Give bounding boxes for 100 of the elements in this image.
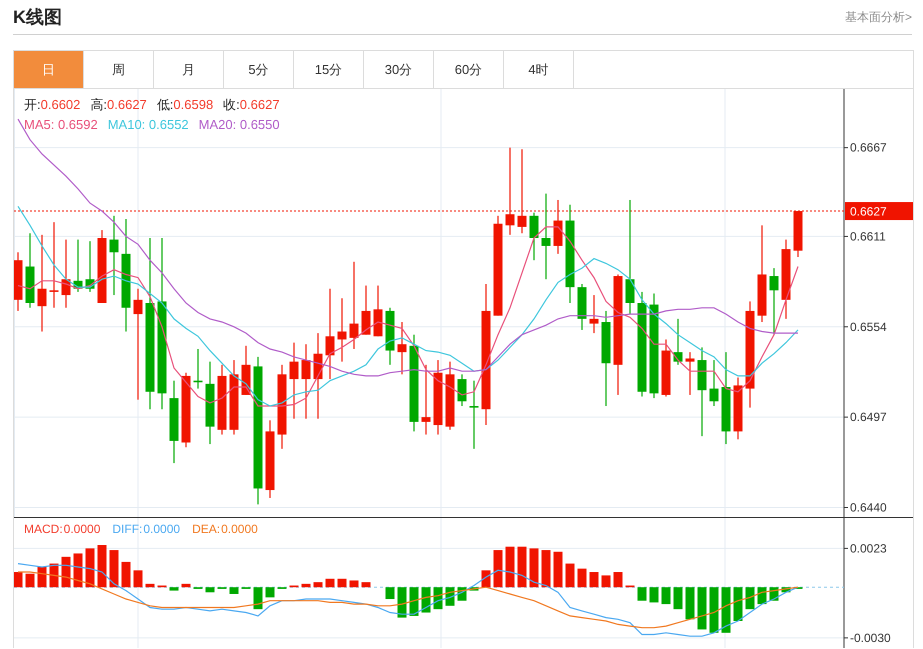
axis-label: 0.6667 <box>850 140 887 155</box>
ohlc-value: 低:0.6598 <box>156 96 214 114</box>
macd-bar <box>26 574 34 588</box>
macd-bar <box>470 587 478 591</box>
legend-value: 0.0000 <box>221 522 258 536</box>
macd-bar <box>530 548 538 588</box>
axis-label: 0.6611 <box>850 229 886 244</box>
candlestick <box>554 200 562 254</box>
ma-legend-value: MA20: 0.6550 <box>198 117 280 132</box>
macd-bar <box>254 587 262 610</box>
candlestick <box>86 241 94 292</box>
candlestick <box>674 318 682 365</box>
ohlc-value: 高:0.6627 <box>90 96 147 114</box>
axis-label: 0.6554 <box>850 320 887 334</box>
macd-bar <box>122 562 130 588</box>
macd-bar <box>494 550 502 588</box>
candlestick <box>734 378 742 440</box>
macd-bar <box>506 546 514 588</box>
macd-bar <box>110 550 118 588</box>
macd-bar <box>422 587 430 613</box>
candlestick <box>14 252 22 311</box>
macd-bar <box>590 572 598 588</box>
macd-bar <box>362 582 370 588</box>
macd-bar <box>146 584 154 588</box>
macd-bar <box>74 553 82 588</box>
macd-bar <box>602 575 610 588</box>
macd-bar <box>170 587 178 591</box>
candlestick <box>62 240 70 308</box>
macd-bar <box>86 548 94 588</box>
macd-bar <box>350 580 358 588</box>
macd-bar <box>326 578 334 588</box>
candlestick <box>398 322 406 374</box>
candlestick <box>590 295 598 334</box>
candlestick <box>422 364 430 435</box>
macd-bar <box>182 584 190 588</box>
macd-bar <box>650 587 658 602</box>
legend-label: MACD: <box>24 522 63 536</box>
ref-line-label: 0.6627 <box>850 204 888 219</box>
page-title: K线图 <box>13 6 62 29</box>
axis-label: 0.0023 <box>850 541 887 556</box>
candlestick <box>662 339 670 397</box>
candlestick <box>770 268 778 335</box>
candlestick <box>74 240 82 292</box>
macd-bar <box>554 552 562 588</box>
axis-label: 0.6440 <box>850 500 887 514</box>
fundamentals-link[interactable]: 基本面分析> <box>844 8 912 26</box>
candlestick <box>374 286 382 336</box>
candlestick <box>470 380 478 449</box>
macd-bar <box>638 587 646 601</box>
candlestick <box>458 374 466 406</box>
macd-bar <box>266 587 274 598</box>
ohlc-value: 收:0.6627 <box>223 96 280 114</box>
macd-bar <box>62 556 70 588</box>
macd-bar <box>386 587 394 600</box>
candlestick <box>218 364 226 435</box>
macd-bar <box>734 587 742 621</box>
macd-bar <box>746 587 754 610</box>
price-tag: 0.6627 <box>845 202 913 220</box>
legend-value: 0.0000 <box>143 522 180 536</box>
legend-label: DEA: <box>192 522 220 536</box>
macd-bar <box>674 587 682 610</box>
candlestick <box>794 211 802 258</box>
macd-bar <box>686 587 694 620</box>
macd-bar <box>410 587 418 616</box>
candlestick <box>362 286 370 335</box>
macd-bar <box>482 570 490 588</box>
candlestick <box>242 346 250 395</box>
ohlc-value: 开:0.6602 <box>24 96 80 114</box>
candlestick <box>530 212 538 260</box>
macd-bar <box>614 572 622 588</box>
macd-bar <box>782 587 790 592</box>
legend-value: 0.0000 <box>64 522 100 536</box>
macd-bar <box>302 584 310 588</box>
macd-bar <box>14 572 22 588</box>
macd-bar <box>314 582 322 588</box>
candlestick <box>710 360 718 406</box>
candlestick <box>686 352 694 395</box>
candlestick <box>194 348 202 389</box>
macd-bar <box>134 570 142 588</box>
candlestick <box>386 308 394 365</box>
macd-bar <box>698 587 706 630</box>
macd-bar <box>566 564 574 588</box>
macd-bar <box>662 587 670 604</box>
candlestick <box>446 362 454 430</box>
macd-bar <box>542 550 550 588</box>
ma-legend-value: MA5: 0.6592 <box>24 117 98 132</box>
axis-label: 0.6497 <box>850 410 887 424</box>
macd-bar <box>98 545 106 588</box>
macd-bar <box>230 587 238 594</box>
ma-legend-value: MA10: 0.6552 <box>108 117 189 132</box>
macd-bar <box>722 587 730 633</box>
macd-bar <box>578 568 586 588</box>
macd-bar <box>710 587 718 633</box>
macd-bar <box>206 587 214 592</box>
macd-bar <box>338 578 346 588</box>
macd-bar <box>398 587 406 618</box>
legend-label: DIFF: <box>112 522 142 536</box>
macd-bar <box>518 546 526 588</box>
candlestick <box>578 284 586 330</box>
axis-label: -0.0030 <box>850 630 891 645</box>
